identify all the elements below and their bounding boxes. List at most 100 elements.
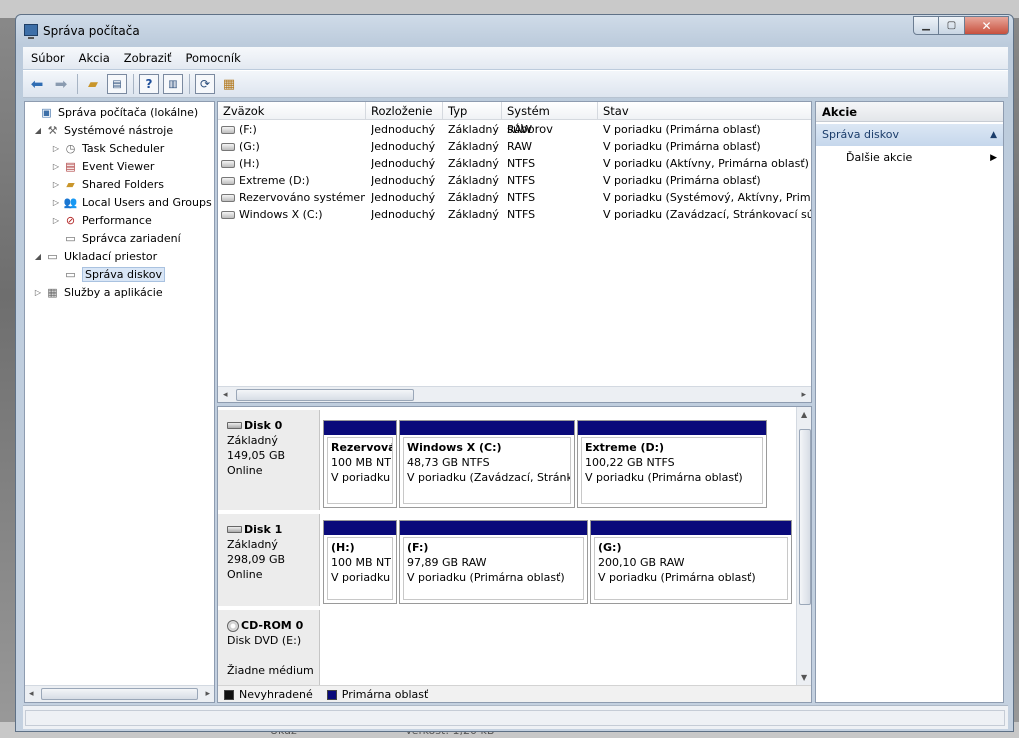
tree-item-services-and-applications[interactable]: ▷ ▦ Služby a aplikácie xyxy=(33,284,163,301)
tree-item-shared-folders[interactable]: ▷ ▰ Shared Folders xyxy=(51,176,164,193)
column-volume[interactable]: Zväzok xyxy=(218,102,366,120)
tree-expander[interactable]: ▷ xyxy=(51,216,61,225)
volume-name: Windows X (C:) xyxy=(239,208,323,221)
volume-type: Základný xyxy=(448,208,499,221)
tree-item-local-users-and-groups[interactable]: ▷ 👥 Local Users and Groups xyxy=(51,194,212,211)
table-row[interactable]: (F:) Jednoduchý Základný RAW V poriadku … xyxy=(218,121,811,138)
tree-expander[interactable]: ▷ xyxy=(51,180,61,189)
actions-more-actions[interactable]: Ďalšie akcie ▶ xyxy=(816,148,1003,168)
actions-section-disk-management[interactable]: Správa diskov ▲ xyxy=(816,124,1003,146)
tree-expander[interactable]: ▷ xyxy=(51,198,61,207)
actions-section-label: Správa diskov xyxy=(822,128,899,141)
title-bar[interactable]: Správa počítača ▁ ▢ ✕ xyxy=(16,15,1013,45)
partition-name: (H:) xyxy=(331,541,355,554)
disk-status: Online xyxy=(227,568,263,581)
column-type[interactable]: Typ xyxy=(443,102,502,120)
drive-icon xyxy=(221,160,235,168)
menu-file[interactable]: Súbor xyxy=(31,51,65,65)
drive-icon xyxy=(221,194,235,202)
tree-item-disk-management[interactable]: ▭ Správa diskov xyxy=(51,266,165,283)
partition-status: V poriadku (Primárna oblasť) xyxy=(407,571,565,584)
show-hide-tree-icon[interactable]: ▤ xyxy=(107,74,127,94)
volume-name: Extreme (D:) xyxy=(239,174,310,187)
disk-name: CD-ROM 0 xyxy=(241,619,304,632)
scroll-right-icon[interactable]: ▸ xyxy=(801,390,806,400)
table-row[interactable]: Rezervováno systémem Jednoduchý Základný… xyxy=(218,189,811,206)
tree-item-event-viewer[interactable]: ▷ ▤ Event Viewer xyxy=(51,158,154,175)
scroll-thumb[interactable] xyxy=(236,389,414,401)
scroll-left-icon[interactable]: ◂ xyxy=(223,390,228,400)
minimize-button[interactable]: ▁ xyxy=(913,16,939,35)
disk-status: Online xyxy=(227,464,263,477)
tree-item-system-tools[interactable]: ◢ ⚒ Systémové nástroje xyxy=(33,122,173,139)
refresh-icon[interactable]: ⟳ xyxy=(195,74,215,94)
column-layout[interactable]: Rozloženie xyxy=(366,102,443,120)
partition[interactable]: (H:) 100 MB NTI V poriadku xyxy=(323,520,397,604)
table-row[interactable]: Windows X (C:) Jednoduchý Základný NTFS … xyxy=(218,206,811,223)
volume-status: V poriadku (Zavádzací, Stránkovací súbo xyxy=(603,208,811,221)
folder-up-icon[interactable]: ▰ xyxy=(83,74,103,94)
tree-item-device-manager[interactable]: ▭ Správca zariadení xyxy=(51,230,180,247)
clock-icon: ◷ xyxy=(65,142,76,155)
properties-icon[interactable]: ▦ xyxy=(219,74,239,94)
close-button[interactable]: ✕ xyxy=(965,16,1009,35)
partition[interactable]: Extreme (D:) 100,22 GB NTFS V poriadku (… xyxy=(577,420,767,508)
scroll-up-icon[interactable]: ▲ xyxy=(801,410,807,419)
menu-help[interactable]: Pomocník xyxy=(185,51,240,65)
menu-view[interactable]: Zobraziť xyxy=(124,51,172,65)
maximize-button[interactable]: ▢ xyxy=(939,16,965,35)
disk-0[interactable]: Disk 0 Základný 149,05 GB Online Rezervo… xyxy=(218,410,795,510)
scroll-thumb[interactable] xyxy=(799,429,811,605)
table-row[interactable]: (H:) Jednoduchý Základný NTFS V poriadku… xyxy=(218,155,811,172)
tree-item-performance[interactable]: ▷ ⊘ Performance xyxy=(51,212,152,229)
column-status[interactable]: Stav xyxy=(598,102,811,120)
collapse-icon[interactable]: ▲ xyxy=(990,124,997,146)
disk-label[interactable]: CD-ROM 0 Disk DVD (E:) Žiadne médium xyxy=(218,610,320,685)
partition[interactable]: (F:) 97,89 GB RAW V poriadku (Primárna o… xyxy=(399,520,588,604)
disk-view-vertical-scrollbar[interactable]: ▲ ▼ xyxy=(796,407,811,685)
partition-status: V poriadku (Primárna oblasť) xyxy=(585,471,743,484)
tree-item-label: Služby a aplikácie xyxy=(64,286,163,299)
volume-list: Zväzok Rozloženie Typ Systém súborov Sta… xyxy=(217,101,812,403)
help-icon[interactable]: ? xyxy=(139,74,159,94)
partition-size: 100 MB NTI xyxy=(331,456,393,469)
partition[interactable]: (G:) 200,10 GB RAW V poriadku (Primárna … xyxy=(590,520,792,604)
drive-icon xyxy=(221,177,235,185)
menu-action[interactable]: Akcia xyxy=(79,51,110,65)
cdrom-0[interactable]: CD-ROM 0 Disk DVD (E:) Žiadne médium xyxy=(218,610,795,685)
disk-management-icon: ▭ xyxy=(65,268,76,281)
scroll-down-icon[interactable]: ▼ xyxy=(801,673,807,682)
table-row[interactable]: (G:) Jednoduchý Základný RAW V poriadku … xyxy=(218,138,811,155)
forward-arrow-icon[interactable]: ➡ xyxy=(51,74,71,94)
computer-management-icon: ▣ xyxy=(41,106,52,119)
disk-label[interactable]: Disk 0 Základný 149,05 GB Online xyxy=(218,410,320,510)
tree-horizontal-scrollbar[interactable]: ◂ ▸ xyxy=(25,685,214,702)
volume-list-horizontal-scrollbar[interactable]: ◂ ▸ xyxy=(218,386,811,402)
partition[interactable]: Windows X (C:) 48,73 GB NTFS V poriadku … xyxy=(399,420,575,508)
tree-expander[interactable]: ◢ xyxy=(33,126,43,135)
drive-icon xyxy=(221,211,235,219)
volume-layout: Jednoduchý xyxy=(371,123,436,136)
partition-name: (G:) xyxy=(598,541,622,554)
disk-1[interactable]: Disk 1 Základný 298,09 GB Online (H:) 10… xyxy=(218,514,795,606)
disk-name: Disk 1 xyxy=(244,523,283,536)
scroll-left-icon[interactable]: ◂ xyxy=(29,689,34,699)
volume-name: (H:) xyxy=(239,157,260,170)
tree-expander[interactable]: ▷ xyxy=(51,162,61,171)
tree-item-computer-management[interactable]: ▣ Správa počítača (lokálne) xyxy=(27,104,198,121)
column-file-system[interactable]: Systém súborov xyxy=(502,102,598,136)
table-row[interactable]: Extreme (D:) Jednoduchý Základný NTFS V … xyxy=(218,172,811,189)
show-hide-action-pane-icon[interactable]: ▥ xyxy=(163,74,183,94)
volume-status: V poriadku (Aktívny, Primárna oblasť) xyxy=(603,157,809,170)
partition[interactable]: Rezervová 100 MB NTI V poriadku xyxy=(323,420,397,508)
tree-item-task-scheduler[interactable]: ▷ ◷ Task Scheduler xyxy=(51,140,164,157)
actions-item-label: Ďalšie akcie xyxy=(846,151,913,164)
disk-label[interactable]: Disk 1 Základný 298,09 GB Online xyxy=(218,514,320,606)
tree-expander[interactable]: ▷ xyxy=(33,288,43,297)
scroll-right-icon[interactable]: ▸ xyxy=(205,689,210,699)
scroll-thumb[interactable] xyxy=(41,688,198,700)
back-arrow-icon[interactable]: ⬅ xyxy=(27,74,47,94)
tree-expander[interactable]: ◢ xyxy=(33,252,43,261)
tree-expander[interactable]: ▷ xyxy=(51,144,61,153)
tree-item-storage[interactable]: ◢ ▭ Ukladací priestor xyxy=(33,248,157,265)
